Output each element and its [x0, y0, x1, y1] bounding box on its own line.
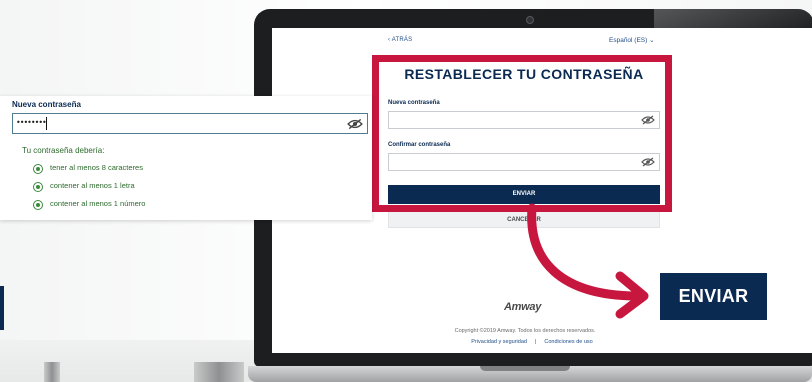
- radio-check-icon: [33, 200, 43, 210]
- callout-password-label: Nueva contraseña: [12, 100, 81, 109]
- copyright-text: Copyright ©2019 Amway. Todos los derecho…: [454, 328, 596, 334]
- laptop-notch: [480, 366, 570, 371]
- enviar-big-button[interactable]: ENVIAR: [660, 273, 767, 320]
- terms-link[interactable]: Condiciones de uso: [544, 339, 592, 345]
- webcam: [526, 16, 534, 24]
- back-link[interactable]: ‹ ATRÁS: [388, 37, 412, 43]
- radio-check-icon: [33, 164, 43, 174]
- password-callout: Nueva contraseña •••••••• Tu contraseña …: [0, 96, 372, 220]
- eye-slash-icon[interactable]: [347, 118, 363, 130]
- background-post: [194, 362, 244, 382]
- password-value: ••••••••: [16, 118, 47, 127]
- text-caret: [46, 117, 47, 130]
- curved-arrow-icon: [527, 203, 649, 319]
- footer-separator: |: [534, 339, 537, 345]
- decorative-bar: [0, 286, 4, 330]
- rule-text: contener al menos 1 número: [50, 199, 146, 208]
- rule-text: tener al menos 8 caracteres: [50, 163, 143, 172]
- radio-check-icon: [33, 182, 43, 192]
- callout-password-input[interactable]: ••••••••: [12, 113, 368, 134]
- language-selector[interactable]: Español (ES) ⌄: [609, 36, 655, 44]
- highlight-frame: [372, 55, 672, 212]
- footer-links: Privacidad y seguridad | Condiciones de us…: [452, 339, 612, 345]
- privacy-link[interactable]: Privacidad y seguridad: [471, 339, 527, 345]
- background-post: [44, 362, 60, 382]
- rule-text: contener al menos 1 letra: [50, 181, 135, 190]
- password-rules-title: Tu contraseña debería:: [22, 146, 105, 155]
